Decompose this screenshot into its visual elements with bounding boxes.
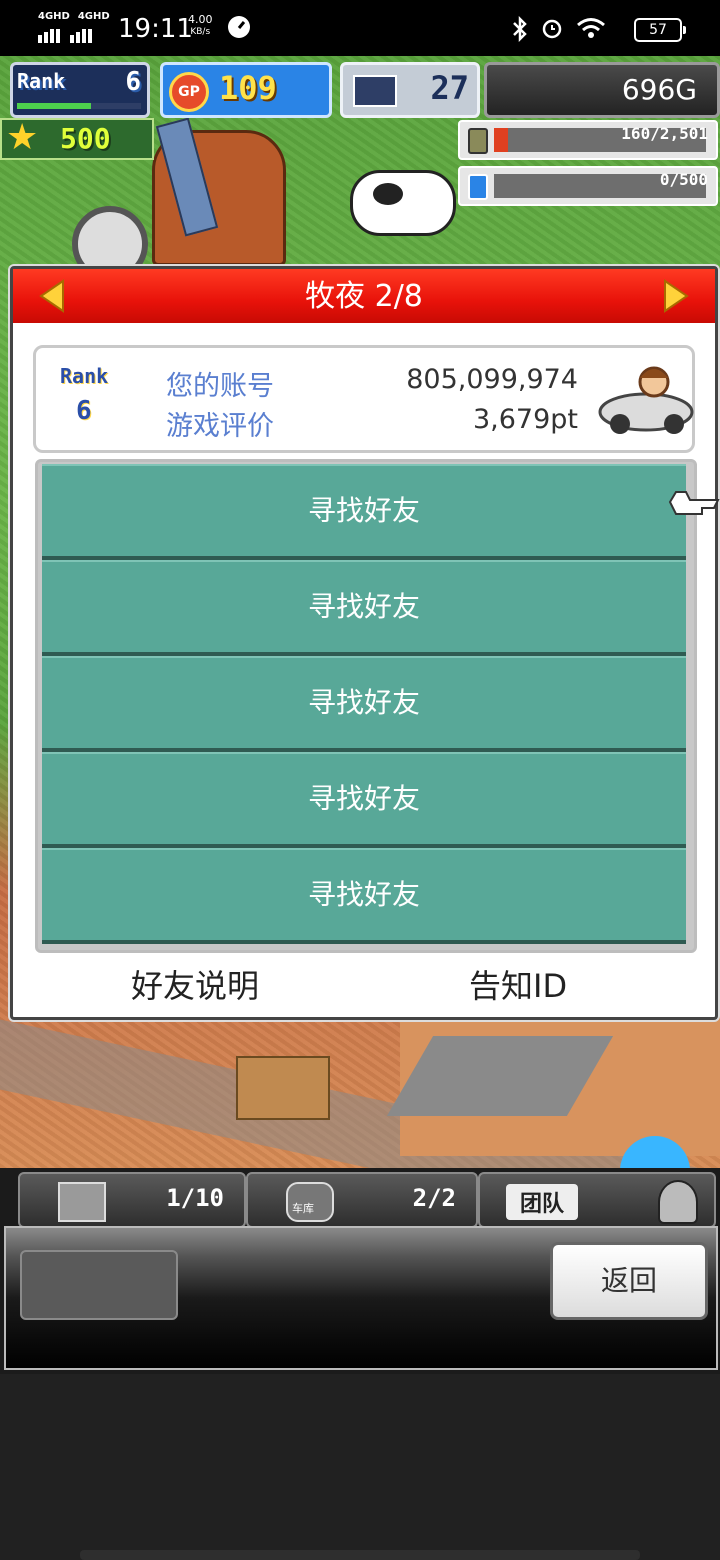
find-friend-button-3[interactable]: 寻找好友 [42,656,686,752]
tab-garage[interactable]: 车库 2/2 [246,1172,478,1228]
fan-star-panel: ★ 500 [0,118,154,160]
profile-rank-label: Rank [60,364,109,388]
battery-level: 57 [649,22,667,38]
back-button[interactable]: 返回 [550,1242,708,1320]
garage-label: 车库 [292,1202,314,1215]
speed-unit: KB/s [190,27,211,37]
pointing-hand-icon [668,491,720,515]
staff-avatar-icon [658,1180,698,1224]
battery-icon: 57 [634,18,686,42]
signal-icon [38,24,94,43]
dialog-title: 牧夜 2/8 [305,279,423,314]
dialog-header: 牧夜 2/8 [13,269,715,323]
fuel-value: 160/2,501 [621,124,708,143]
clock: 19:11 [118,14,193,44]
gp-coin-icon: GP [169,72,209,112]
bottom-toolbar: 1/10 车库 2/2 团队 返回 [0,1168,720,1374]
tab-storage[interactable]: 1/10 [18,1172,246,1228]
system-nav-area [0,1374,720,1560]
prev-page-arrow-icon[interactable] [39,279,65,313]
gp-panel: GP 109 [160,62,332,118]
fuel-can-icon [468,128,488,154]
bottle-resource: 0/500 [458,166,718,206]
command-panel: 返回 [4,1226,718,1370]
rank-progress-bar [17,103,141,109]
star-icon: ★ [6,117,39,158]
tab-team[interactable]: 团队 [478,1172,716,1228]
gesture-bar[interactable] [80,1550,640,1560]
crate-icon [58,1182,106,1222]
star-value: 500 [60,122,111,155]
money-panel: 696G [484,62,720,118]
speed-value: 4.00 [188,13,213,26]
driver-car-icon [598,366,694,434]
network-type: 4GHD 4GHD [38,12,118,22]
find-friend-button-4[interactable]: 寻找好友 [42,752,686,848]
player-profile-card: Rank 6 您的账号 游戏评价 805,099,974 3,679pt [33,345,695,453]
profile-rank-value: 6 [76,396,92,426]
garage-count: 2/2 [412,1184,456,1212]
bottle-icon [468,174,488,200]
share-id-button[interactable]: 告知ID [469,961,567,1007]
rank-value: 6 [125,67,141,97]
computer-icon [353,75,397,107]
tab-bar: 1/10 车库 2/2 团队 [6,1172,716,1228]
rank-panel: Rank 6 [10,62,150,118]
gp-value: 109 [219,69,277,107]
research-value: 27 [430,69,469,107]
sim1-network: 4GHD [38,11,70,22]
friend-list: 寻找好友 寻找好友 寻找好友 寻找好友 寻找好友 [35,459,697,953]
empty-slot [20,1250,178,1320]
account-value: 805,099,974 [406,364,578,395]
rating-value: 3,679pt [472,404,578,435]
status-bar: 4GHD 4GHD 19:11 4.00 KB/s 57 [0,0,720,56]
sim2-network: 4GHD [77,11,110,22]
bluetooth-icon [508,15,532,43]
fuel-resource: 160/2,501 [458,120,718,160]
next-page-arrow-icon[interactable] [663,279,689,313]
rank-label: Rank [17,69,66,93]
speedometer-icon [228,16,250,38]
garage-icon: 车库 [286,1182,334,1222]
friends-dialog: 牧夜 2/8 Rank 6 您的账号 游戏评价 805,099,974 3,67… [10,266,718,1020]
alarm-icon [540,16,564,40]
find-friend-button-5[interactable]: 寻找好友 [42,848,686,944]
team-label: 团队 [506,1184,579,1220]
account-label: 您的账号 [166,371,274,402]
bottle-value: 0/500 [659,170,708,189]
money-value: 696G [621,73,697,106]
friend-help-button[interactable]: 好友说明 [131,961,259,1007]
find-friend-button-2[interactable]: 寻找好友 [42,560,686,656]
wifi-icon [576,16,606,40]
find-friend-button-1[interactable]: 寻找好友 [42,464,686,560]
storage-count: 1/10 [166,1184,224,1212]
network-speed: 4.00 KB/s [188,14,213,38]
rating-label: 游戏评价 [166,411,274,442]
cow [350,170,456,236]
research-panel: 27 [340,62,480,118]
cardboard-boxes [236,1056,330,1120]
